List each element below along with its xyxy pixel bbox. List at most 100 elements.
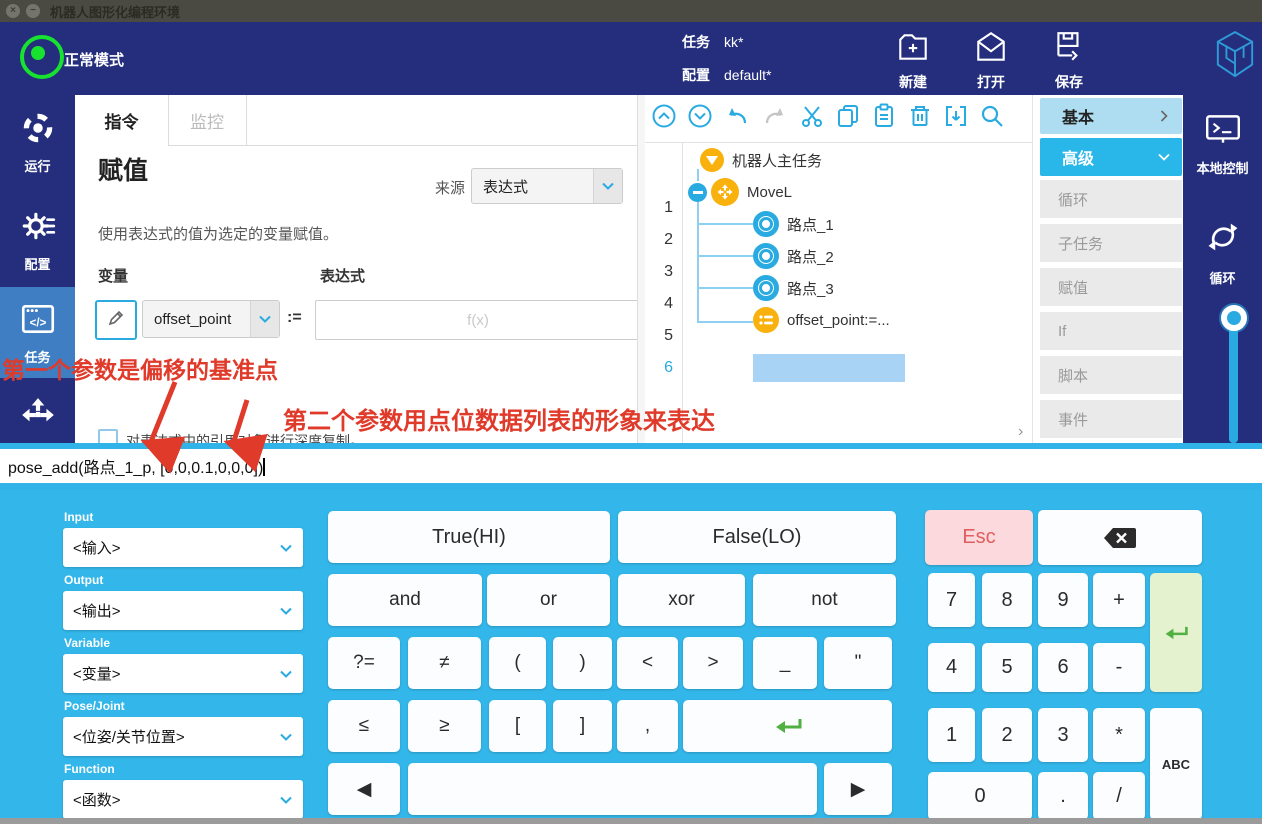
- speed-slider-track[interactable]: [1229, 318, 1238, 443]
- expression-input[interactable]: [315, 300, 637, 340]
- sidebar-item-run[interactable]: 运行: [0, 109, 75, 175]
- expression-editor-bar[interactable]: pose_add(路点_1_p, [0,0,0.1,0,0,0]): [0, 443, 1262, 490]
- key-less-than[interactable]: <: [617, 637, 678, 689]
- palette-group-advanced[interactable]: 高级: [1040, 138, 1182, 176]
- variable-select-value: offset_point: [143, 311, 250, 328]
- insert-icon[interactable]: [943, 103, 969, 134]
- output-select[interactable]: <输出>: [63, 591, 303, 630]
- key-paren-close[interactable]: ): [553, 637, 612, 689]
- key-or[interactable]: or: [487, 574, 610, 626]
- key-8[interactable]: 8: [982, 573, 1032, 627]
- undo-icon[interactable]: [723, 103, 751, 134]
- loop-icon: [1203, 244, 1243, 261]
- key-comma[interactable]: ,: [617, 700, 678, 752]
- tree-row-waypoint1[interactable]: 路点_1: [753, 208, 834, 240]
- sidebar-item-config[interactable]: 配置: [0, 207, 75, 273]
- move-arrows-icon: [19, 420, 57, 437]
- local-control-button[interactable]: 本地控制: [1183, 111, 1262, 177]
- key-bracket-close[interactable]: ]: [553, 700, 612, 752]
- key-enter[interactable]: [683, 700, 892, 752]
- palette-item-event[interactable]: 事件: [1040, 400, 1182, 438]
- key-plus[interactable]: +: [1093, 573, 1145, 627]
- window-minimize-icon[interactable]: −: [26, 4, 40, 18]
- key-greater-than[interactable]: >: [683, 637, 743, 689]
- key-xor[interactable]: xor: [618, 574, 745, 626]
- variable-select[interactable]: offset_point: [142, 300, 280, 338]
- key-space[interactable]: [408, 763, 817, 815]
- key-1[interactable]: 1: [928, 708, 975, 762]
- palette-group-basic[interactable]: 基本: [1040, 98, 1182, 134]
- tab-monitor[interactable]: 监控: [168, 95, 247, 145]
- key-backspace[interactable]: [1038, 510, 1202, 565]
- tree-row-label: offset_point:=...: [787, 312, 890, 329]
- key-dot[interactable]: .: [1038, 772, 1088, 820]
- key-9[interactable]: 9: [1038, 573, 1088, 627]
- key-assign-test[interactable]: ?=: [328, 637, 400, 689]
- key-true[interactable]: True(HI): [328, 511, 610, 563]
- open-button[interactable]: 打开: [955, 29, 1027, 92]
- cut-icon[interactable]: [799, 103, 825, 134]
- palette-item-loop[interactable]: 循环: [1040, 180, 1182, 218]
- key-4[interactable]: 4: [928, 643, 975, 692]
- tree-connector: [697, 287, 753, 289]
- key-greater-equal[interactable]: ≥: [408, 700, 481, 752]
- move-down-icon[interactable]: [687, 103, 713, 134]
- move-up-icon[interactable]: [651, 103, 677, 134]
- input-select[interactable]: <输入>: [63, 528, 303, 567]
- pose-joint-select[interactable]: <位姿/关节位置>: [63, 717, 303, 756]
- key-6[interactable]: 6: [1038, 643, 1088, 692]
- key-cursor-right[interactable]: ▶: [824, 763, 892, 815]
- delete-icon[interactable]: [907, 103, 933, 134]
- key-7[interactable]: 7: [928, 573, 975, 627]
- tree-collapse-handle[interactable]: ›: [1018, 423, 1023, 441]
- variable-picker-select[interactable]: <变量>: [63, 654, 303, 693]
- redo-icon[interactable]: [761, 103, 789, 134]
- key-0[interactable]: 0: [928, 772, 1032, 820]
- key-quote[interactable]: ": [824, 637, 892, 689]
- source-select-value: 表达式: [472, 176, 593, 197]
- palette-item-subtask[interactable]: 子任务: [1040, 224, 1182, 262]
- tree-row-waypoint2[interactable]: 路点_2: [753, 240, 834, 272]
- key-less-equal[interactable]: ≤: [328, 700, 400, 752]
- key-minus[interactable]: -: [1093, 643, 1145, 692]
- command-palette: 基本 高级 循环 子任务 赋值 If 脚本 事件: [1040, 95, 1183, 443]
- sidebar-item-move[interactable]: [0, 395, 75, 438]
- search-icon[interactable]: [979, 103, 1005, 134]
- key-cursor-left[interactable]: ◀: [328, 763, 400, 815]
- collapse-minus-icon[interactable]: [688, 183, 707, 202]
- key-paren-open[interactable]: (: [489, 637, 546, 689]
- key-esc[interactable]: Esc: [925, 510, 1033, 565]
- deep-copy-checkbox[interactable]: [98, 429, 118, 443]
- key-bracket-open[interactable]: [: [489, 700, 546, 752]
- save-button[interactable]: 保存: [1033, 29, 1105, 92]
- key-numpad-enter[interactable]: [1150, 573, 1202, 692]
- tree-row-main-task[interactable]: 机器人主任务: [700, 144, 822, 176]
- speed-slider-knob[interactable]: [1221, 305, 1247, 331]
- paste-icon[interactable]: [871, 103, 897, 134]
- source-select[interactable]: 表达式: [471, 168, 623, 204]
- key-5[interactable]: 5: [982, 643, 1032, 692]
- key-and[interactable]: and: [328, 574, 482, 626]
- new-button[interactable]: 新建: [877, 29, 949, 92]
- tab-instruction[interactable]: 指令: [75, 95, 169, 146]
- copy-icon[interactable]: [835, 103, 861, 134]
- loop-mode-button[interactable]: 循环: [1183, 217, 1262, 287]
- key-underscore[interactable]: _: [753, 637, 817, 689]
- key-slash[interactable]: /: [1093, 772, 1145, 820]
- tree-row-assignment[interactable]: offset_point:=...: [753, 304, 890, 336]
- key-abc[interactable]: ABC: [1150, 708, 1202, 820]
- edit-variable-button[interactable]: [95, 300, 137, 340]
- key-not-equal[interactable]: ≠: [408, 637, 481, 689]
- key-false[interactable]: False(LO): [618, 511, 896, 563]
- tree-row-waypoint3[interactable]: 路点_3: [753, 272, 834, 304]
- key-2[interactable]: 2: [982, 708, 1032, 762]
- key-3[interactable]: 3: [1038, 708, 1088, 762]
- window-close-icon[interactable]: ×: [6, 4, 20, 18]
- key-asterisk[interactable]: *: [1093, 708, 1145, 762]
- function-select[interactable]: <函数>: [63, 780, 303, 819]
- key-not[interactable]: not: [753, 574, 896, 626]
- palette-item-script[interactable]: 脚本: [1040, 356, 1182, 394]
- tree-row-movel[interactable]: MoveL: [688, 176, 792, 208]
- palette-item-assign[interactable]: 赋值: [1040, 268, 1182, 306]
- palette-item-if[interactable]: If: [1040, 312, 1182, 350]
